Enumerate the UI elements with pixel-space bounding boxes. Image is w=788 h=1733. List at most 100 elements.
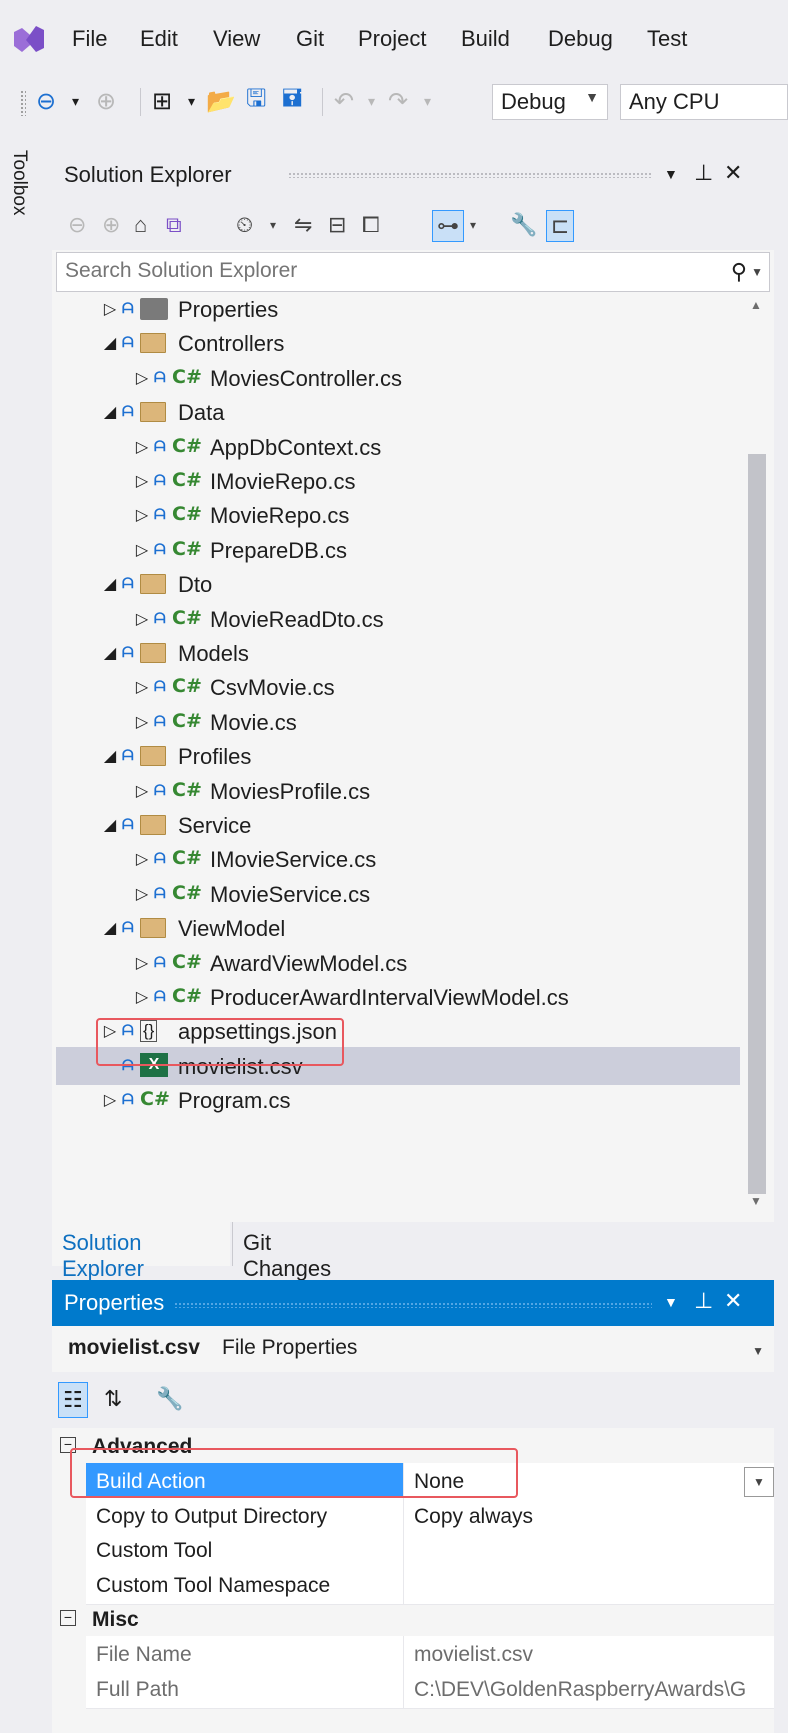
collapsed-arrow-icon[interactable]: ▷ bbox=[134, 712, 150, 732]
solution-platform-combo[interactable]: Any CPU bbox=[620, 84, 788, 120]
property-row[interactable]: Copy to Output Directory Copy always bbox=[86, 1497, 774, 1536]
properties-object-selector[interactable]: movielist.csv File Properties ▼ bbox=[52, 1326, 774, 1372]
tree-item[interactable]: ▷ ᗩ C# IMovieRepo.cs bbox=[56, 462, 740, 500]
tree-item[interactable]: ▷ ᗩ C# AwardViewModel.cs bbox=[56, 944, 740, 982]
window-position-dropdown-icon[interactable]: ▼ bbox=[664, 166, 678, 182]
menu-file[interactable]: File bbox=[72, 26, 107, 52]
toolbox-tab[interactable]: Toolbox bbox=[8, 150, 30, 216]
expanded-arrow-icon[interactable]: ◢ bbox=[102, 643, 118, 663]
collapsed-arrow-icon[interactable]: ▷ bbox=[134, 505, 150, 525]
tree-item[interactable]: ▷ ᗩ C# MovieService.cs bbox=[56, 875, 740, 913]
expanded-arrow-icon[interactable]: ◢ bbox=[102, 746, 118, 766]
property-row[interactable]: Custom Tool Namespace bbox=[86, 1566, 774, 1605]
collapsed-arrow-icon[interactable]: ▷ bbox=[134, 849, 150, 869]
pending-changes-filter-icon[interactable]: ⏲ bbox=[236, 210, 253, 240]
collapsed-arrow-icon[interactable]: ▷ bbox=[134, 987, 150, 1007]
close-icon[interactable]: ✕ bbox=[724, 160, 742, 186]
pin-icon[interactable]: ⊥ bbox=[694, 1288, 713, 1314]
alphabetical-sort-icon[interactable]: ⇅ bbox=[104, 1382, 122, 1416]
expanded-arrow-icon[interactable]: ◢ bbox=[102, 918, 118, 938]
menu-project[interactable]: Project bbox=[358, 26, 426, 52]
menu-debug[interactable]: Debug bbox=[548, 26, 613, 52]
property-category[interactable]: − Misc bbox=[52, 1601, 774, 1639]
chevron-down-icon[interactable]: ▼ bbox=[752, 1344, 764, 1358]
property-row[interactable]: Custom Tool bbox=[86, 1532, 774, 1570]
tree-item[interactable]: ▷ ᗩ C# MovieReadDto.cs bbox=[56, 600, 740, 638]
property-value[interactable] bbox=[404, 1532, 774, 1569]
scroll-up-arrow-icon[interactable]: ▲ bbox=[750, 298, 762, 312]
search-input[interactable] bbox=[57, 253, 713, 289]
save-icon[interactable]: 🖫 bbox=[246, 85, 266, 116]
expanded-arrow-icon[interactable]: ◢ bbox=[102, 333, 118, 353]
undo-icon[interactable]: ↶ bbox=[334, 86, 354, 116]
tab-git-changes[interactable]: Git Changes bbox=[232, 1222, 370, 1281]
tab-solution-explorer[interactable]: Solution Explorer bbox=[52, 1222, 230, 1281]
tree-item[interactable]: ◢ ᗩ Models bbox=[56, 634, 740, 672]
tree-item[interactable]: ◢ ᗩ Controllers bbox=[56, 324, 740, 362]
toolbar-grip[interactable] bbox=[20, 90, 26, 116]
redo-icon[interactable]: ↷ bbox=[388, 86, 408, 116]
title-grip[interactable] bbox=[174, 1302, 652, 1308]
expanded-arrow-icon[interactable]: ◢ bbox=[102, 574, 118, 594]
tree-item[interactable]: ▷ ᗩ C# Movie.cs bbox=[56, 703, 740, 741]
expanded-arrow-icon[interactable]: ◢ bbox=[102, 815, 118, 835]
scroll-thumb[interactable] bbox=[748, 454, 766, 1194]
property-value[interactable] bbox=[404, 1567, 774, 1604]
sync-with-document-icon[interactable]: ⇋ bbox=[294, 210, 312, 240]
tree-item[interactable]: ◢ ᗩ ViewModel bbox=[56, 909, 740, 947]
forward-icon[interactable]: ⊕ bbox=[102, 210, 120, 240]
tree-item[interactable]: ▷ ᗩ C# AppDbContext.cs bbox=[56, 428, 740, 466]
toggle-preview-icon[interactable]: ⊏ bbox=[546, 210, 575, 242]
preview-selected-items-icon[interactable]: ⊶ bbox=[432, 210, 464, 242]
collapsed-arrow-icon[interactable]: ▷ bbox=[134, 781, 150, 801]
tree-item[interactable]: ◢ ᗩ Service bbox=[56, 806, 740, 844]
search-icon[interactable]: ⚲ bbox=[731, 259, 747, 285]
search-options-dropdown-icon[interactable]: ▼ bbox=[751, 265, 763, 279]
menu-view[interactable]: View bbox=[213, 26, 260, 52]
tree-item[interactable]: ▷ ᗩ C# MovieRepo.cs bbox=[56, 496, 740, 534]
back-icon[interactable]: ⊖ bbox=[68, 210, 86, 240]
tree-item[interactable]: ◢ ᗩ Profiles bbox=[56, 737, 740, 775]
property-value[interactable]: Copy always bbox=[404, 1498, 774, 1535]
collapsed-arrow-icon[interactable]: ▷ bbox=[134, 677, 150, 697]
window-position-dropdown-icon[interactable]: ▼ bbox=[664, 1294, 678, 1310]
pin-icon[interactable]: ⊥ bbox=[694, 160, 713, 186]
menu-git[interactable]: Git bbox=[296, 26, 324, 52]
collapse-category-icon[interactable]: − bbox=[60, 1610, 76, 1626]
tree-item[interactable]: ▷ ᗩ C# CsvMovie.cs bbox=[56, 668, 740, 706]
menu-edit[interactable]: Edit bbox=[140, 26, 178, 52]
categorized-icon[interactable]: ☷ bbox=[58, 1382, 88, 1418]
scroll-down-arrow-icon[interactable]: ▼ bbox=[750, 1194, 762, 1208]
open-file-icon[interactable]: 📂 bbox=[206, 86, 236, 116]
undo-dropdown-icon[interactable]: ▾ bbox=[368, 86, 375, 116]
save-all-icon[interactable]: 🖬 bbox=[282, 85, 302, 116]
menu-build[interactable]: Build bbox=[461, 26, 510, 52]
home-icon[interactable]: ⌂ bbox=[134, 210, 147, 240]
tree-item[interactable]: ◢ ᗩ Dto bbox=[56, 565, 740, 603]
collapsed-arrow-icon[interactable]: ▷ bbox=[134, 471, 150, 491]
show-all-files-icon[interactable]: ⧠ bbox=[362, 210, 380, 240]
tree-item[interactable]: ▷ ᗩ C# PrepareDB.cs bbox=[56, 531, 740, 569]
expanded-arrow-icon[interactable]: ◢ bbox=[102, 402, 118, 422]
solution-configuration-combo[interactable]: Debug ▼ bbox=[492, 84, 608, 120]
back-dropdown-icon[interactable]: ▾ bbox=[72, 86, 79, 116]
property-pages-wrench-icon[interactable]: 🔧 bbox=[156, 1382, 183, 1416]
tree-item[interactable]: ◢ ᗩ Data bbox=[56, 393, 740, 431]
collapsed-arrow-icon[interactable]: ▷ bbox=[134, 953, 150, 973]
chevron-down-icon[interactable]: ▼ bbox=[744, 1467, 774, 1497]
tree-item[interactable]: ▷ ᗩ C# Program.cs bbox=[56, 1081, 740, 1119]
collapsed-arrow-icon[interactable]: ▷ bbox=[102, 1090, 118, 1110]
tree-item[interactable]: ▷ ᗩ C# MoviesController.cs bbox=[56, 359, 740, 397]
tree-item[interactable]: ▷ ᗩ C# MoviesProfile.cs bbox=[56, 772, 740, 810]
property-row[interactable]: File Name movielist.csv bbox=[86, 1636, 774, 1674]
tree-item[interactable]: ▷ ᗩ C# ProducerAwardIntervalViewModel.cs bbox=[56, 978, 740, 1016]
new-project-dropdown-icon[interactable]: ▾ bbox=[188, 86, 195, 116]
preview-dropdown-icon[interactable]: ▾ bbox=[470, 210, 476, 240]
switch-views-icon[interactable]: ⧉ bbox=[166, 210, 182, 240]
close-icon[interactable]: ✕ bbox=[724, 1288, 742, 1314]
navigate-back-icon[interactable]: ⊖ bbox=[36, 86, 56, 116]
menu-test[interactable]: Test bbox=[647, 26, 687, 52]
collapsed-arrow-icon[interactable]: ▷ bbox=[134, 540, 150, 560]
navigate-forward-icon[interactable]: ⊕ bbox=[96, 86, 116, 116]
collapsed-arrow-icon[interactable]: ▷ bbox=[134, 609, 150, 629]
